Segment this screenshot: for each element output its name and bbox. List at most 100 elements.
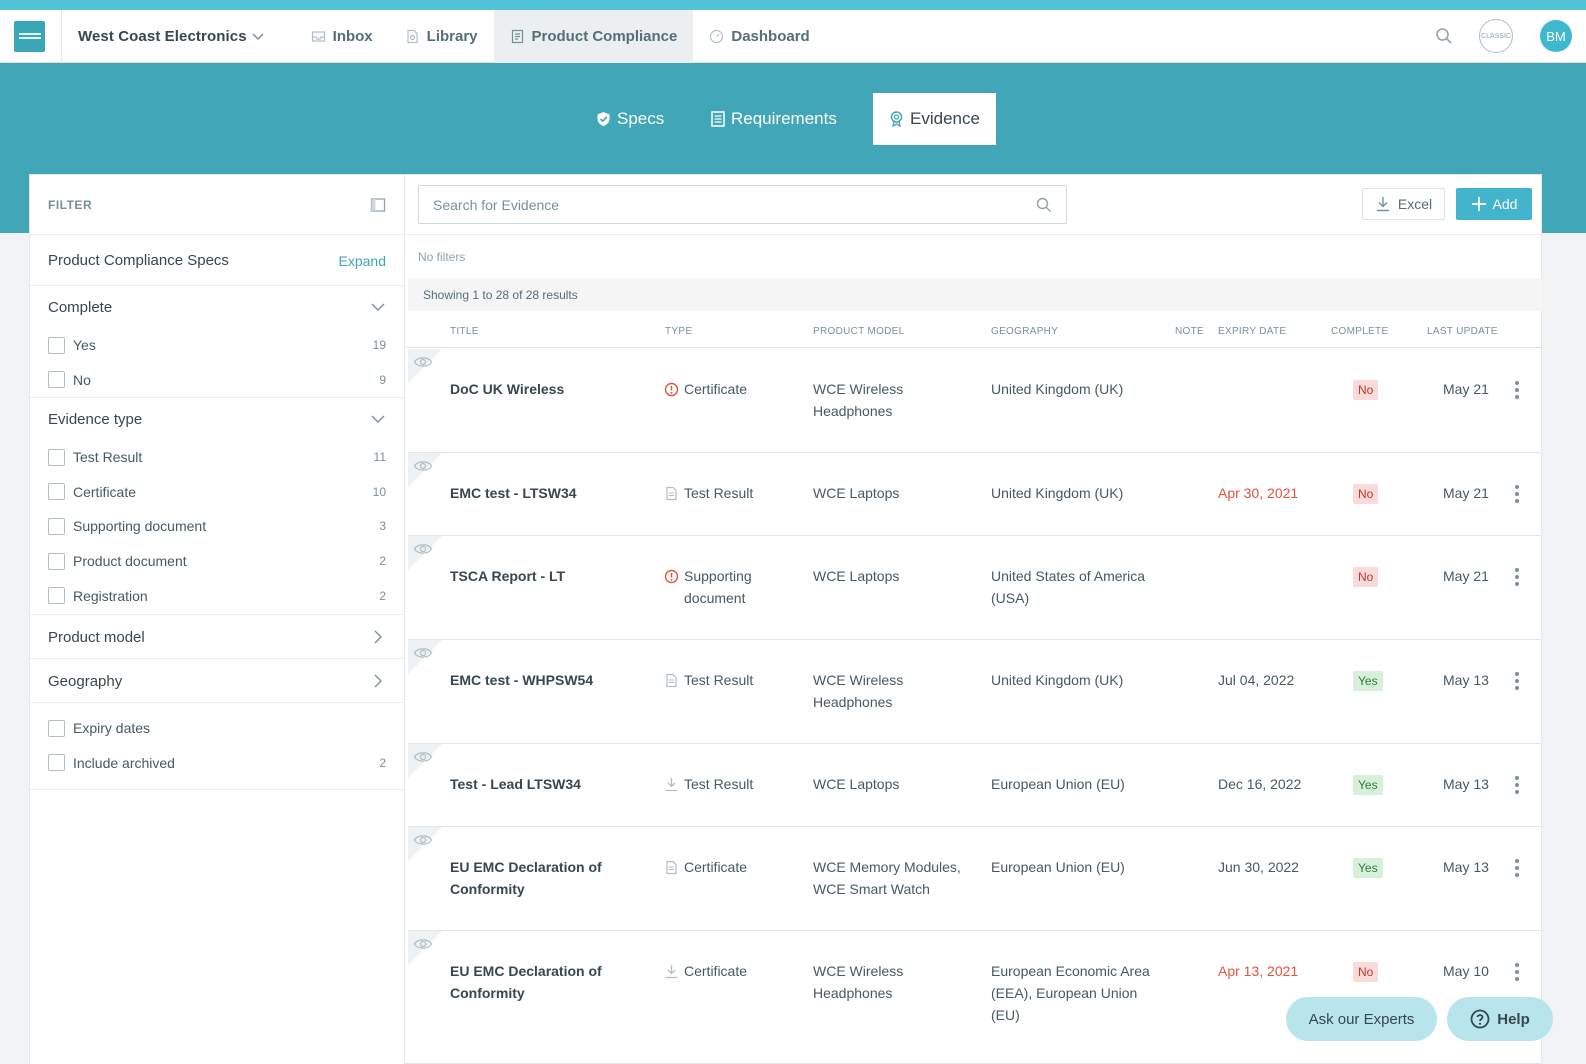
table-row[interactable]: TSCA Report - LT Supporting document WCE L… xyxy=(408,536,1542,640)
classic-mode-toggle[interactable]: CLASSIC xyxy=(1479,19,1513,53)
more-actions-icon[interactable] xyxy=(1515,568,1519,589)
eye-icon[interactable] xyxy=(413,750,433,764)
column-header-geography[interactable]: GEOGRAPHY xyxy=(991,326,1058,337)
table-row[interactable]: Test - Lead LTSW34 Test Result WCE Laptops… xyxy=(408,744,1542,827)
checkbox[interactable] xyxy=(48,483,65,501)
include-archived-option[interactable]: Include archived 2 xyxy=(48,746,386,781)
table-row[interactable]: DoC UK Wireless Certificate WCE Wireless H… xyxy=(408,349,1542,453)
export-excel-button[interactable]: Excel xyxy=(1362,188,1445,220)
column-header-note[interactable]: NOTE xyxy=(1175,326,1204,337)
evidence-type-option[interactable]: Test Result 11 xyxy=(48,440,386,475)
eye-icon[interactable] xyxy=(413,937,433,951)
checkbox[interactable] xyxy=(48,336,65,354)
evidence-title[interactable]: DoC UK Wireless xyxy=(450,378,640,400)
help-icon xyxy=(1470,1009,1490,1029)
evidence-type: Certificate xyxy=(684,963,748,979)
avatar-initials: BM xyxy=(1546,28,1566,44)
eye-icon[interactable] xyxy=(413,459,433,473)
nav-library[interactable]: Library xyxy=(389,10,494,63)
expiry-date: Jun 30, 2022 xyxy=(1218,859,1299,875)
geography-filter-section[interactable]: Geography xyxy=(30,659,404,703)
option-label: Supporting document xyxy=(73,518,207,535)
company-logo[interactable] xyxy=(14,20,45,52)
table-header: TITLE TYPE PRODUCT MODEL GEOGRAPHY NOTE … xyxy=(406,320,1542,348)
eye-icon[interactable] xyxy=(413,542,433,556)
help-button[interactable]: Help xyxy=(1447,997,1553,1041)
more-actions-icon[interactable] xyxy=(1515,381,1519,402)
product-model: WCE Memory Modules, WCE Smart Watch xyxy=(813,859,961,897)
expiry-dates-option[interactable]: Expiry dates xyxy=(48,711,386,746)
chevron-right-icon xyxy=(374,674,382,688)
column-header-expiry-date[interactable]: EXPIRY DATE xyxy=(1218,326,1286,337)
complete-badge: Yes xyxy=(1353,858,1383,878)
checkbox[interactable] xyxy=(48,371,65,389)
more-actions-icon[interactable] xyxy=(1515,963,1519,984)
download-icon xyxy=(664,777,679,797)
nav-dashboard[interactable]: Dashboard xyxy=(693,10,825,63)
add-evidence-button[interactable]: Add xyxy=(1456,188,1532,220)
evidence-type-option[interactable]: Supporting document 3 xyxy=(48,509,386,544)
tab-requirements[interactable]: Requirements xyxy=(711,93,837,145)
evidence-type-option[interactable]: Registration 2 xyxy=(48,578,386,613)
product-model-filter-section[interactable]: Product model xyxy=(30,615,404,659)
geography-filter-title: Geography xyxy=(48,672,123,690)
checkbox[interactable] xyxy=(48,552,65,570)
column-header-complete[interactable]: COMPLETE xyxy=(1331,326,1388,337)
search-input[interactable]: Search for Evidence xyxy=(418,185,1067,224)
complete-badge: No xyxy=(1353,962,1379,982)
checkbox[interactable] xyxy=(48,587,65,605)
more-actions-icon[interactable] xyxy=(1515,672,1519,693)
expand-link[interactable]: Expand xyxy=(339,253,386,269)
more-actions-icon[interactable] xyxy=(1515,859,1519,880)
evidence-title[interactable]: EMC test - WHPSW54 xyxy=(450,669,640,691)
nav-divider xyxy=(61,9,62,63)
eye-icon[interactable] xyxy=(413,355,433,369)
product-model: WCE Wireless Headphones xyxy=(813,963,904,1001)
evidence-title[interactable]: EMC test - LTSW34 xyxy=(450,482,640,504)
option-label: Registration xyxy=(73,587,148,604)
nav-product-compliance[interactable]: Product Compliance xyxy=(493,9,694,63)
eye-icon[interactable] xyxy=(413,833,433,847)
more-actions-icon[interactable] xyxy=(1515,485,1519,506)
evidence-title[interactable]: EU EMC Declaration of Conformity xyxy=(450,960,640,1004)
option-label: Product document xyxy=(73,553,187,570)
column-header-title[interactable]: TITLE xyxy=(450,326,479,337)
plus-icon xyxy=(1471,197,1486,211)
evidence-title[interactable]: EU EMC Declaration of Conformity xyxy=(450,856,640,900)
nav-inbox[interactable]: Inbox xyxy=(295,10,389,63)
search-icon[interactable] xyxy=(1435,27,1453,45)
evidence-type-option[interactable]: Certificate 10 xyxy=(48,475,386,510)
file-icon xyxy=(664,860,679,880)
complete-option-yes[interactable]: Yes 19 xyxy=(48,328,386,363)
product-model: WCE Laptops xyxy=(813,485,900,501)
complete-option-no[interactable]: No 9 xyxy=(48,363,386,398)
geography: United Kingdom (UK) xyxy=(991,381,1124,397)
table-row[interactable]: EU EMC Declaration of Conformity Certific… xyxy=(408,827,1542,931)
eye-icon[interactable] xyxy=(413,646,433,660)
checkbox[interactable] xyxy=(48,719,65,737)
checkbox[interactable] xyxy=(48,448,65,466)
user-avatar[interactable]: BM xyxy=(1540,20,1572,52)
tab-specs[interactable]: Specs xyxy=(596,93,664,145)
table-row[interactable]: EMC test - WHPSW54 Test Result WCE Wireles… xyxy=(408,640,1542,744)
evidence-type-filter-section: Evidence type Test Result 11 Certificate 1… xyxy=(30,398,404,615)
evidence-type-filter-toggle[interactable]: Evidence type xyxy=(48,398,386,440)
table-row[interactable]: EMC test - LTSW34 Test Result WCE Laptops U… xyxy=(408,453,1542,536)
more-actions-icon[interactable] xyxy=(1515,776,1519,797)
company-switcher[interactable]: West Coast Electronics xyxy=(78,28,265,45)
top-accent-stripe xyxy=(0,0,1586,10)
export-excel-label: Excel xyxy=(1397,196,1433,212)
ask-experts-button[interactable]: Ask our Experts xyxy=(1286,997,1437,1041)
evidence-title[interactable]: Test - Lead LTSW34 xyxy=(450,773,640,795)
complete-filter-toggle[interactable]: Complete xyxy=(48,286,386,328)
checkbox[interactable] xyxy=(48,517,65,535)
collapse-sidebar-icon[interactable] xyxy=(370,197,386,213)
column-header-type[interactable]: TYPE xyxy=(665,326,692,337)
evidence-type-option[interactable]: Product document 2 xyxy=(48,544,386,579)
tab-evidence[interactable]: Evidence xyxy=(873,93,996,145)
evidence-title[interactable]: TSCA Report - LT xyxy=(450,565,640,587)
geography: United States of America (USA) xyxy=(991,568,1146,606)
column-header-product-model[interactable]: PRODUCT MODEL xyxy=(813,326,905,337)
checkbox[interactable] xyxy=(48,754,65,772)
column-header-last-update[interactable]: LAST UPDATE xyxy=(1427,326,1498,337)
